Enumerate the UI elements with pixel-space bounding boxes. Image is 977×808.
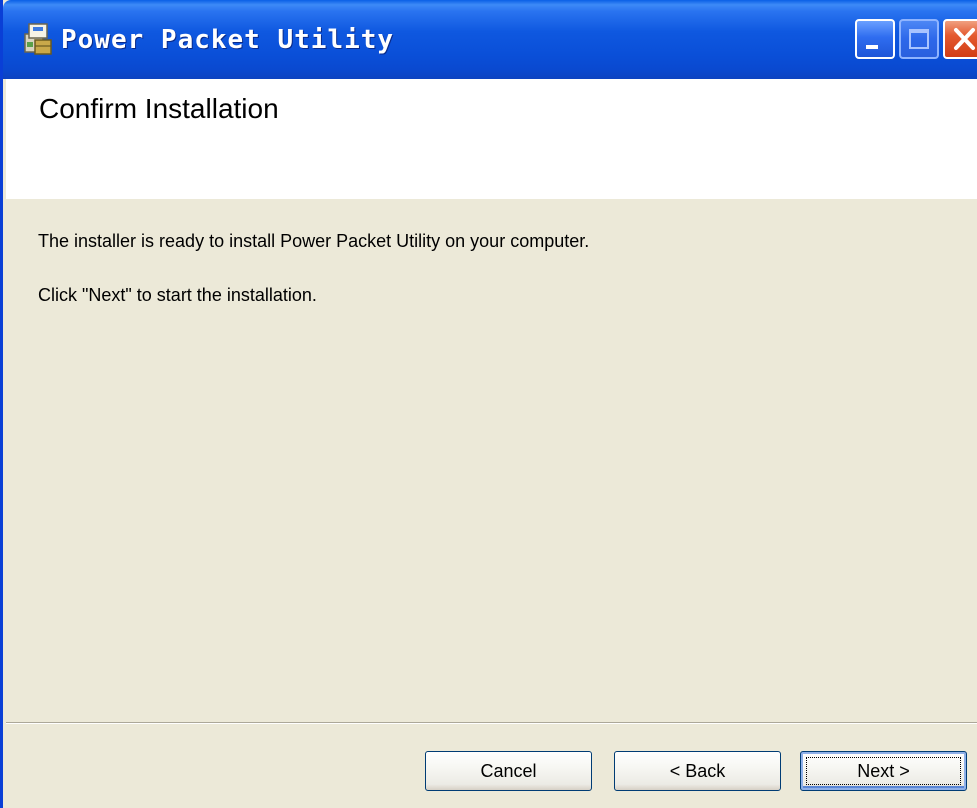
cancel-button[interactable]: Cancel (425, 751, 592, 791)
next-button-label: Next > (857, 761, 910, 781)
ready-message: The installer is ready to install Power … (38, 231, 590, 251)
minimize-button[interactable] (855, 19, 895, 59)
maximize-button[interactable] (899, 19, 939, 59)
header-divider (6, 198, 977, 199)
footer-divider-highlight (6, 723, 977, 724)
installer-window: Power Packet Utility Confirm Installatio… (0, 0, 977, 808)
back-button[interactable]: < Back (614, 751, 781, 791)
installer-package-icon (24, 23, 52, 55)
minimize-icon (866, 45, 878, 49)
cancel-button-label: Cancel (480, 761, 537, 781)
page-title: Confirm Installation (39, 93, 279, 124)
maximize-icon (909, 29, 929, 49)
close-button[interactable] (943, 19, 977, 59)
close-icon (954, 28, 975, 50)
window-title: Power Packet Utility (61, 25, 395, 55)
instruction-message: Click "Next" to start the installation. (38, 285, 317, 305)
next-button[interactable]: Next > (800, 751, 967, 791)
back-button-label: < Back (669, 761, 726, 781)
header-panel: Confirm Installation (6, 79, 977, 199)
title-bar[interactable]: Power Packet Utility (3, 0, 977, 79)
